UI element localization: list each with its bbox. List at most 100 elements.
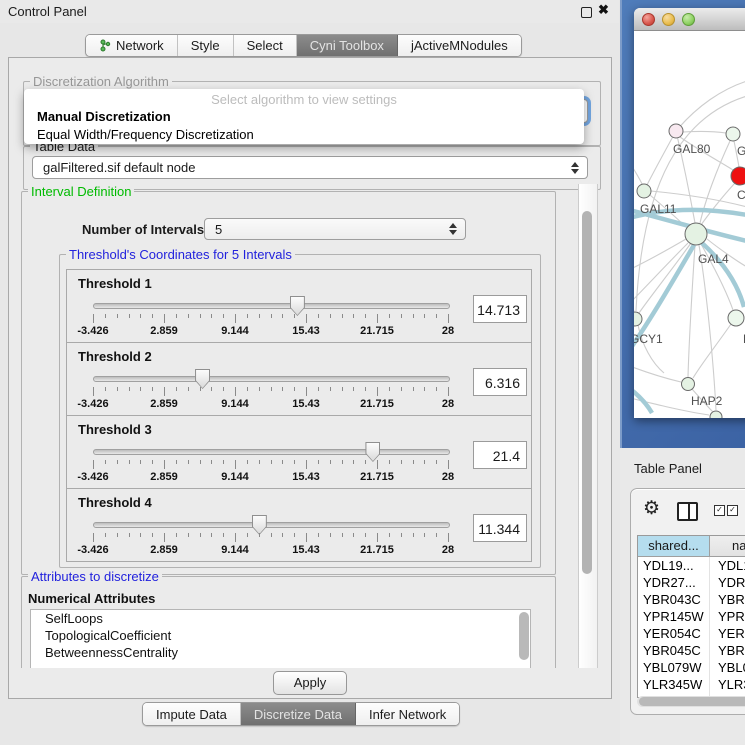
- table-row[interactable]: YBR043CYBR0: [638, 591, 745, 608]
- mac-close-icon[interactable]: [642, 13, 655, 26]
- table-column-header-na[interactable]: na: [710, 536, 745, 556]
- tab-style[interactable]: Style: [178, 35, 234, 56]
- network-edge[interactable]: [688, 245, 695, 377]
- settings-scrollbar-track[interactable]: [578, 184, 598, 668]
- network-node[interactable]: [728, 310, 744, 326]
- table-hscrollbar[interactable]: [637, 696, 745, 707]
- network-node[interactable]: [726, 127, 740, 141]
- slider-tick: [342, 460, 343, 464]
- slider-tick: [353, 460, 354, 464]
- threshold-value-field[interactable]: 11.344: [473, 514, 527, 542]
- slider-thumb[interactable]: [195, 369, 210, 389]
- slider-tick: [200, 314, 201, 318]
- settings-scrollbar-thumb[interactable]: [582, 211, 592, 574]
- slider-track[interactable]: [93, 376, 450, 382]
- slider-tick-label: 9.144: [203, 325, 267, 337]
- attribute-item-selfloops[interactable]: SelfLoops: [31, 610, 530, 627]
- table-row[interactable]: YDR27...YDR2: [638, 574, 745, 591]
- attributes-list-scrollbar[interactable]: [519, 612, 529, 660]
- table-hscrollbar-thumb[interactable]: [639, 697, 745, 706]
- table-row[interactable]: YPR145WYPR1: [638, 608, 745, 625]
- threshold-value-field[interactable]: 6.316: [473, 368, 527, 396]
- table-row[interactable]: YBL079WYBL0: [638, 659, 745, 676]
- slider-tick: [188, 460, 189, 464]
- table-row[interactable]: YBR045CYBR0: [638, 642, 745, 659]
- checkbox-checked-icon[interactable]: ✓: [714, 505, 725, 516]
- tab-jactivemnodules[interactable]: jActiveMNodules: [398, 35, 521, 56]
- close-icon[interactable]: ✖: [598, 2, 609, 18]
- threshold-slider[interactable]: -3.4262.8599.14415.4321.71528: [93, 270, 448, 344]
- network-edge[interactable]: [693, 324, 731, 378]
- apply-button[interactable]: Apply: [273, 671, 347, 695]
- table-row[interactable]: YDL19...YDL1: [638, 557, 745, 574]
- network-edge[interactable]: [701, 183, 735, 225]
- slider-tick: [282, 314, 283, 318]
- tab-cyni-toolbox[interactable]: Cyni Toolbox: [297, 35, 398, 56]
- float-window-icon[interactable]: [581, 7, 592, 18]
- tab-select[interactable]: Select: [234, 35, 297, 56]
- algorithm-option-manual-discretization[interactable]: Manual Discretization: [24, 109, 584, 124]
- numerical-attributes-list[interactable]: SelfLoopsTopologicalCoefficientBetweenne…: [30, 609, 531, 669]
- slider-thumb[interactable]: [290, 296, 305, 316]
- threshold-slider[interactable]: -3.4262.8599.14415.4321.71528: [93, 489, 448, 563]
- tab-network[interactable]: Network: [86, 35, 178, 56]
- slider-tick: [105, 314, 106, 318]
- slider-tick: [318, 460, 319, 464]
- slider-track[interactable]: [93, 522, 450, 528]
- network-node[interactable]: [637, 184, 651, 198]
- slider-thumb[interactable]: [252, 515, 267, 535]
- network-node[interactable]: [710, 411, 722, 418]
- number-of-intervals-combobox[interactable]: 5: [204, 218, 466, 240]
- network-node[interactable]: [669, 124, 683, 138]
- network-node[interactable]: [731, 167, 745, 185]
- network-window-titlebar[interactable]: [634, 8, 745, 31]
- tab-impute-data[interactable]: Impute Data: [143, 703, 241, 725]
- slider-tick: [117, 387, 118, 391]
- slider-thumb[interactable]: [365, 442, 380, 462]
- gear-icon[interactable]: ⚙: [643, 497, 660, 520]
- slider-tick-label: 9.144: [203, 398, 267, 410]
- slider-track[interactable]: [93, 303, 450, 309]
- slider-tick: [152, 387, 153, 391]
- network-edge[interactable]: [634, 151, 643, 186]
- checkbox-checked-icon[interactable]: ✓: [727, 505, 738, 516]
- table-row[interactable]: YER054CYER0: [638, 625, 745, 642]
- threshold-value-field[interactable]: 21.4: [473, 441, 527, 469]
- slider-tick: [223, 460, 224, 464]
- algorithm-option-equal-width-frequency-discretization[interactable]: Equal Width/Frequency Discretization: [24, 127, 584, 142]
- network-edge[interactable]: [639, 243, 691, 313]
- table-data-combobox[interactable]: galFiltered.sif default node: [32, 156, 588, 179]
- slider-track[interactable]: [93, 449, 450, 455]
- network-edge-thick[interactable]: [634, 383, 652, 413]
- network-edge[interactable]: [676, 81, 745, 131]
- slider-tick: [117, 314, 118, 318]
- threshold-slider[interactable]: -3.4262.8599.14415.4321.71528: [93, 416, 448, 490]
- threshold-value-field[interactable]: 14.713: [473, 295, 527, 323]
- attribute-item-betweennesscentrality[interactable]: BetweennessCentrality: [31, 644, 530, 661]
- attribute-item-topologicalcoefficient[interactable]: TopologicalCoefficient: [31, 627, 530, 644]
- slider-tick-label: 9.144: [203, 544, 267, 556]
- table-panel-title: Table Panel: [634, 461, 702, 476]
- threshold-slider[interactable]: -3.4262.8599.14415.4321.71528: [93, 343, 448, 417]
- slider-tick: [247, 460, 248, 464]
- mac-zoom-icon[interactable]: [682, 13, 695, 26]
- slider-tick: [140, 314, 141, 318]
- mac-minimize-icon[interactable]: [662, 13, 675, 26]
- slider-tick: [200, 387, 201, 391]
- slider-tick: [330, 314, 331, 318]
- tab-infer-network[interactable]: Infer Network: [356, 703, 459, 725]
- network-node[interactable]: [634, 312, 642, 326]
- network-node[interactable]: [685, 223, 707, 245]
- node-table[interactable]: shared...naYDL19...YDL1YDR27...YDR2YBR04…: [637, 535, 745, 698]
- tab-discretize-data[interactable]: Discretize Data: [241, 703, 356, 725]
- tab-cyni-toolbox-label: Cyni Toolbox: [310, 38, 384, 53]
- slider-tick: [152, 314, 153, 318]
- network-node[interactable]: [682, 378, 695, 391]
- network-edge[interactable]: [699, 245, 716, 410]
- network-canvas[interactable]: GAL80GACGAL11GAL4GCY1HHAP2: [634, 31, 745, 418]
- table-column-header-shared[interactable]: shared...: [638, 536, 710, 556]
- columns-icon[interactable]: [677, 502, 698, 521]
- slider-tick: [105, 460, 106, 464]
- table-row[interactable]: YLR345WYLR3: [638, 676, 745, 693]
- network-node-label-ga: GA: [737, 144, 745, 158]
